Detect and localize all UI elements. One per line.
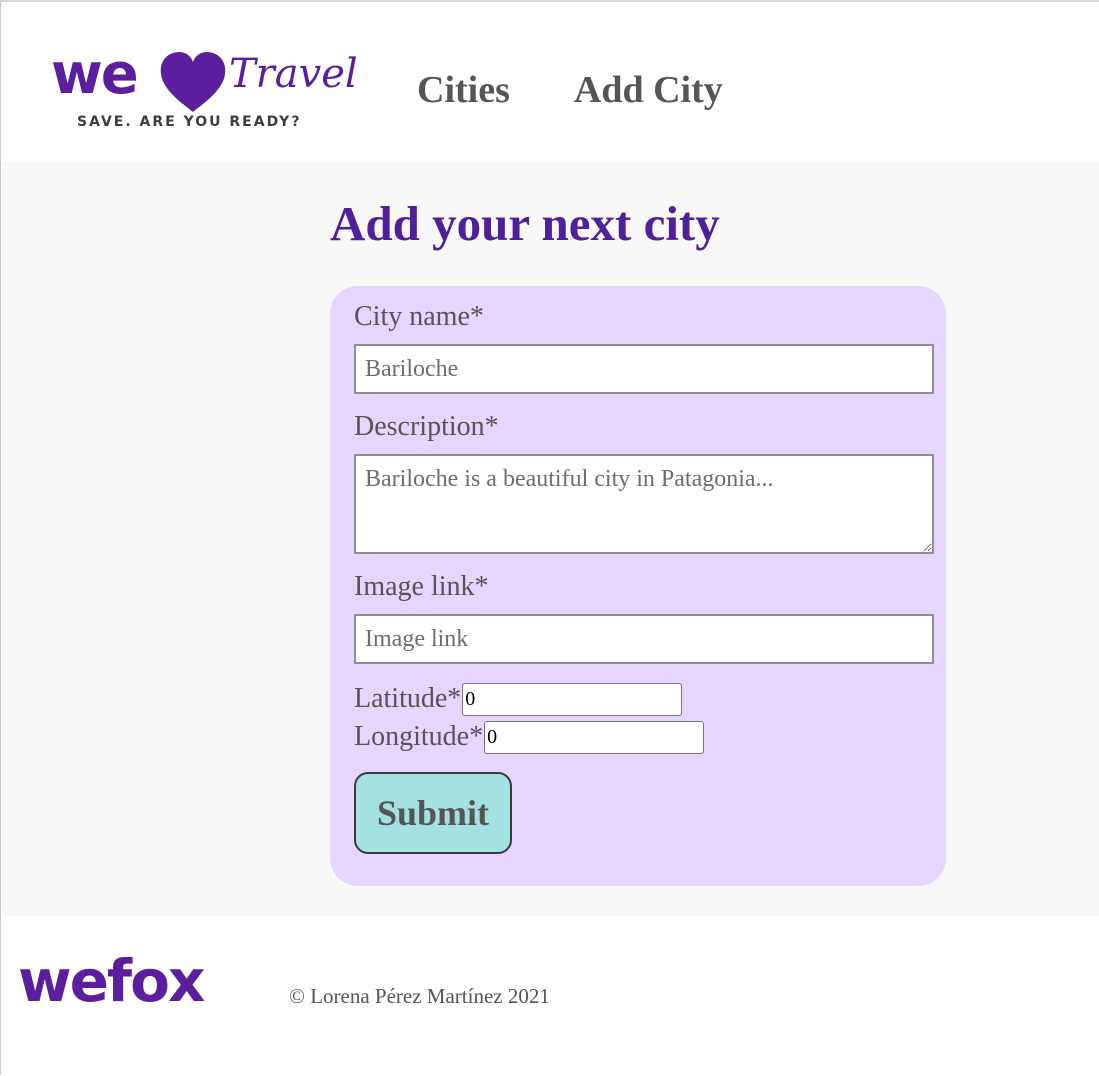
latitude-input[interactable] bbox=[462, 682, 683, 716]
site-footer: wefox © Lorena Pérez Martínez 2021 bbox=[1, 916, 1099, 1076]
city-name-input[interactable] bbox=[354, 344, 934, 394]
longitude-label: Longitude* bbox=[354, 721, 484, 752]
page-title: Add your next city bbox=[330, 196, 720, 251]
latitude-row: Latitude* bbox=[354, 682, 683, 716]
nav-link-add-city[interactable]: Add City bbox=[574, 66, 723, 114]
description-label: Description* bbox=[354, 411, 499, 442]
nav-link-cities[interactable]: Cities bbox=[417, 66, 510, 114]
site-header: we Travel SAVE. ARE YOU READY? Cities Ad… bbox=[1, 2, 1099, 162]
logo-word: we bbox=[51, 42, 139, 107]
image-link-label: Image link* bbox=[354, 571, 489, 602]
main-content: Add your next city City name* Descriptio… bbox=[2, 162, 1099, 916]
submit-button[interactable]: Submit bbox=[354, 772, 512, 854]
longitude-row: Longitude* bbox=[354, 720, 705, 754]
add-city-form: City name* Description* Image link* Lati… bbox=[330, 286, 946, 886]
copyright-text: © Lorena Pérez Martínez 2021 bbox=[289, 984, 550, 1008]
wetravel-logo[interactable]: we Travel SAVE. ARE YOU READY? bbox=[51, 42, 358, 137]
main-nav: Cities Add City bbox=[417, 66, 723, 114]
wefox-logo[interactable]: wefox bbox=[18, 946, 205, 1016]
city-name-label: City name* bbox=[354, 301, 484, 332]
logo-tagline: SAVE. ARE YOU READY? bbox=[77, 114, 302, 130]
longitude-input[interactable] bbox=[484, 720, 705, 754]
description-textarea[interactable] bbox=[354, 454, 934, 554]
image-link-input[interactable] bbox=[354, 614, 934, 664]
latitude-label: Latitude* bbox=[354, 683, 462, 714]
heart-icon bbox=[160, 52, 226, 112]
logo-script: Travel bbox=[229, 51, 358, 97]
